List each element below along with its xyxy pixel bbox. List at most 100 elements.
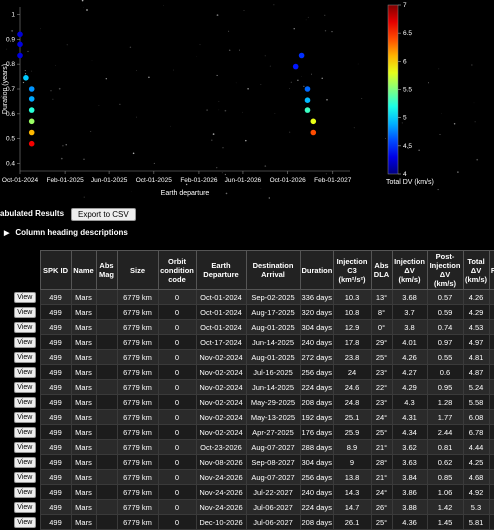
table-cell: 176 days xyxy=(300,425,333,440)
table-cell: 0 xyxy=(158,470,196,485)
table-cell: 336 days xyxy=(300,290,333,305)
view-button[interactable]: View xyxy=(14,352,36,363)
x-tick-label: Feb-01-2027 xyxy=(314,177,352,184)
background-star xyxy=(441,113,442,114)
table-cell: EM xyxy=(489,425,494,440)
column-header[interactable]: Total ΔV (km/s) xyxy=(463,251,489,290)
column-header[interactable]: Earth Departure xyxy=(196,251,246,290)
table-cell: 6779 km xyxy=(117,500,158,515)
background-star xyxy=(275,113,276,114)
background-star xyxy=(269,197,270,198)
column-header[interactable]: Injection C3 (km²/s²) xyxy=(333,251,371,290)
table-row: View499Mars6779 km0Nov-24-2026Aug-07-202… xyxy=(10,470,494,485)
y-tick-label: 0.5 xyxy=(6,136,15,143)
table-cell: 1.06 xyxy=(427,485,463,500)
background-star xyxy=(402,122,403,123)
table-cell: 23° xyxy=(371,365,392,380)
table-cell: 23.8 xyxy=(333,350,371,365)
x-tick-label: Oct-01-2024 xyxy=(2,177,39,184)
view-cell: View xyxy=(10,365,40,380)
table-cell: 0 xyxy=(158,290,196,305)
background-star xyxy=(52,99,53,100)
view-button[interactable]: View xyxy=(14,382,36,393)
table-cell: Mars xyxy=(71,320,96,335)
table-cell: May-13-2025 xyxy=(246,410,300,425)
section-title: abulated Results xyxy=(0,209,64,218)
view-cell: View xyxy=(10,305,40,320)
table-cell: 0 xyxy=(158,485,196,500)
table-cell: 6.08 xyxy=(463,410,489,425)
table-cell: 6779 km xyxy=(117,455,158,470)
table-cell: 6779 km xyxy=(117,365,158,380)
table-cell: 5.3 xyxy=(463,500,489,515)
view-button[interactable]: View xyxy=(14,367,36,378)
table-cell: Mars xyxy=(71,290,96,305)
view-button[interactable]: View xyxy=(14,427,36,438)
table-cell: 4.25 xyxy=(463,455,489,470)
background-star xyxy=(225,174,226,175)
background-star xyxy=(106,78,107,79)
table-cell: 21° xyxy=(371,440,392,455)
table-cell: 17.8 xyxy=(333,335,371,350)
view-button[interactable]: View xyxy=(14,472,36,483)
column-header[interactable]: Duration xyxy=(300,251,333,290)
colorbar-tick-label: 6.5 xyxy=(403,30,412,37)
column-header[interactable]: Abs Mag xyxy=(96,251,117,290)
table-cell: Nov-24-2026 xyxy=(196,470,246,485)
view-button[interactable]: View xyxy=(14,397,36,408)
table-cell xyxy=(96,305,117,320)
table-cell: 499 xyxy=(40,320,71,335)
background-star xyxy=(457,171,458,172)
background-star xyxy=(25,73,26,74)
view-button[interactable]: View xyxy=(14,412,36,423)
column-header[interactable]: Injection ΔV (km/s) xyxy=(392,251,427,290)
column-heading-descriptions-toggle[interactable]: ▶Column heading descriptions xyxy=(4,228,128,237)
colorbar xyxy=(388,5,398,174)
table-cell: Sep-02-2025 xyxy=(246,290,300,305)
table-row: View499Mars6779 km0Oct-23-2026Aug-07-202… xyxy=(10,440,494,455)
table-cell: 24° xyxy=(371,485,392,500)
view-button[interactable]: View xyxy=(14,502,36,513)
column-header[interactable]: Orbit condition code xyxy=(158,251,196,290)
background-star xyxy=(11,30,12,31)
table-cell: Nov-02-2024 xyxy=(196,395,246,410)
table-cell: 6779 km xyxy=(117,515,158,530)
table-header-row: SPK IDNameAbs MagSizeOrbit condition cod… xyxy=(10,251,494,290)
view-button[interactable]: View xyxy=(14,487,36,498)
column-header[interactable]: Size xyxy=(117,251,158,290)
table-cell xyxy=(96,290,117,305)
table-row: View499Mars6779 km0Nov-02-2024Aug-01-202… xyxy=(10,350,494,365)
table-cell: 3.63 xyxy=(392,455,427,470)
column-header[interactable]: Post-Injection ΔV (km/s) xyxy=(427,251,463,290)
table-cell: 23° xyxy=(371,395,392,410)
column-header[interactable]: Destination Arrival xyxy=(246,251,300,290)
view-button[interactable]: View xyxy=(14,457,36,468)
view-button[interactable]: View xyxy=(14,337,36,348)
table-cell: EM xyxy=(489,320,494,335)
table-cell: 0 xyxy=(158,380,196,395)
view-button[interactable]: View xyxy=(14,517,36,528)
table-cell: Jul-06-2027 xyxy=(246,500,300,515)
column-header[interactable]: Route xyxy=(489,251,494,290)
table-cell xyxy=(96,470,117,485)
table-cell: 304 days xyxy=(300,455,333,470)
table-cell: 14.7 xyxy=(333,500,371,515)
view-cell: View xyxy=(10,455,40,470)
background-star xyxy=(244,10,245,11)
table-cell: 0.55 xyxy=(427,350,463,365)
view-button[interactable]: View xyxy=(14,442,36,453)
column-header[interactable]: SPK ID xyxy=(40,251,71,290)
column-header[interactable]: Name xyxy=(71,251,96,290)
view-cell: View xyxy=(10,470,40,485)
view-button[interactable]: View xyxy=(14,322,36,333)
view-button[interactable]: View xyxy=(14,307,36,318)
table-cell: 499 xyxy=(40,455,71,470)
background-star xyxy=(25,70,26,71)
column-header[interactable]: Abs DLA xyxy=(371,251,392,290)
table-cell: 26.1 xyxy=(333,515,371,530)
table-cell: Mars xyxy=(71,395,96,410)
export-csv-button[interactable]: Export to CSV xyxy=(71,208,136,221)
view-button[interactable]: View xyxy=(14,292,36,303)
colorbar-tick-label: 5.5 xyxy=(403,87,412,94)
data-point xyxy=(305,107,311,113)
